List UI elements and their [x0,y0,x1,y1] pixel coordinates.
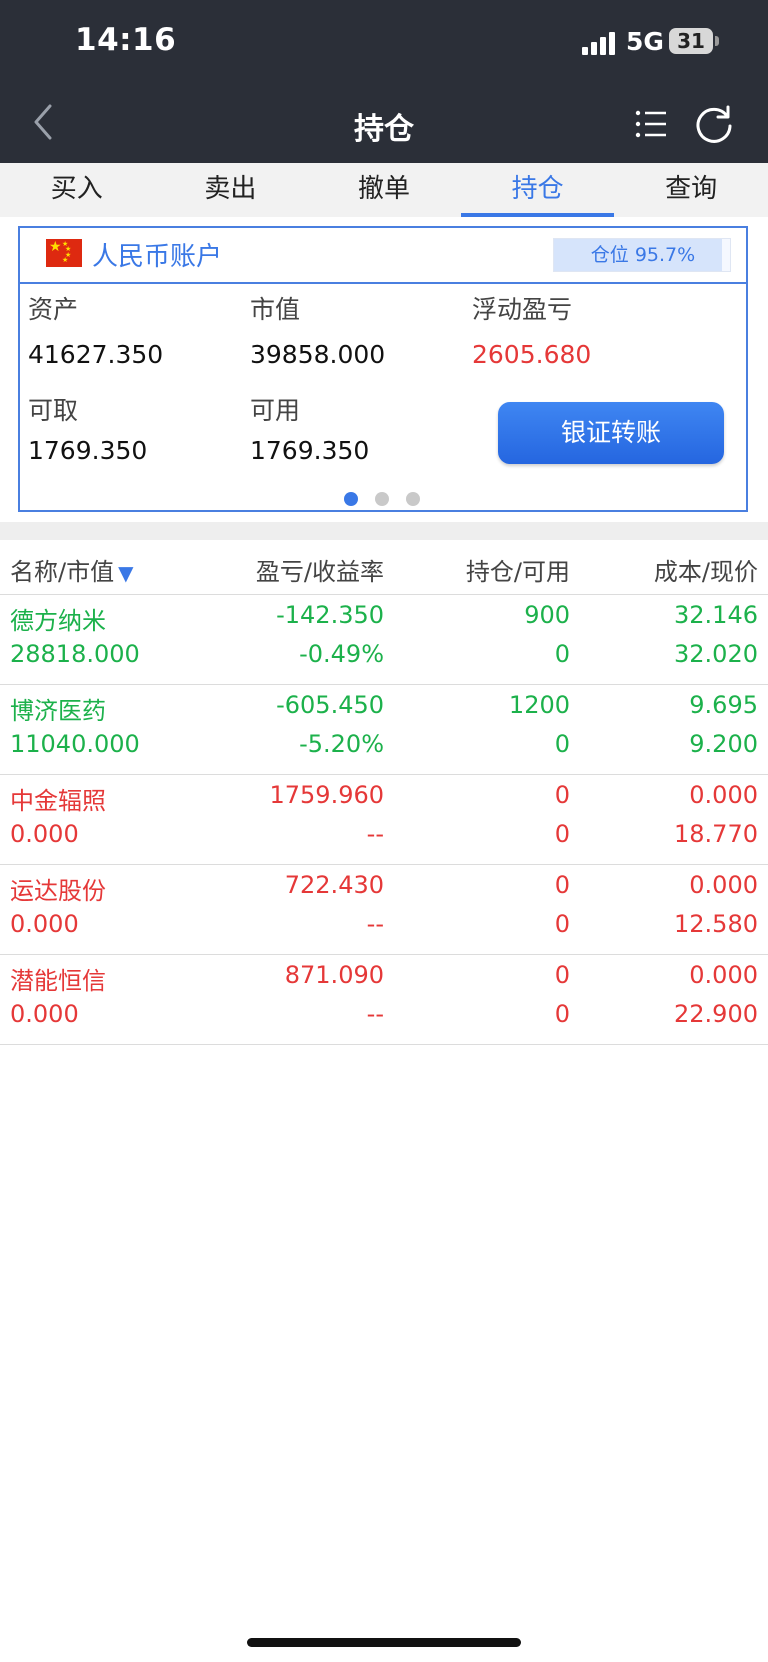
stock-available: 0 [554,640,570,668]
list-icon [635,110,666,138]
tab-cancel[interactable]: 撤单 [307,163,461,217]
network-type: 5G [626,27,664,56]
stock-return-rate: -- [366,820,384,848]
stock-cost: 9.695 [689,691,758,719]
page-dot-1[interactable] [344,492,358,506]
sort-name-header[interactable]: 名称/市值 ▼ [10,552,133,587]
app-header: 14:16 5G 31 持仓 [0,0,768,163]
stock-market-value: 11040.000 [10,730,140,758]
account-name: 人民币账户 [92,242,223,272]
stock-return-rate: -5.20% [299,730,384,758]
holding-row[interactable]: 博济医药 11040.000 -605.450 -5.20% 1200 0 9.… [0,685,768,775]
list-menu-button[interactable] [632,104,672,144]
market-value-label: 市值 [250,295,301,324]
home-indicator[interactable] [247,1638,521,1647]
stock-price: 22.900 [674,1000,758,1028]
stock-pl: 722.430 [284,871,384,899]
page-indicator [20,492,746,508]
stock-cost: 32.146 [674,601,758,629]
stock-return-rate: -- [366,910,384,938]
stock-available: 0 [554,820,570,848]
china-flag-icon: ★ ★ ★ ★ ★ [46,239,82,267]
stock-price: 18.770 [674,820,758,848]
available-value: 1769.350 [250,436,370,465]
stock-pl: 1759.960 [269,781,384,809]
stock-cost: 0.000 [689,781,758,809]
hold-header[interactable]: 持仓/可用 [466,552,570,587]
name-header-label: 名称/市值 [10,558,115,586]
battery-icon: 31 [669,28,713,54]
stock-cost: 0.000 [689,961,758,989]
stock-price: 32.020 [674,640,758,668]
stock-market-value: 0.000 [10,820,79,848]
bank-transfer-button[interactable]: 银证转账 [498,402,724,464]
stock-pl: -142.350 [276,601,384,629]
float-pl-label: 浮动盈亏 [472,295,573,324]
holding-row[interactable]: 运达股份 0.000 722.430 -- 0 0 0.000 12.580 [0,865,768,955]
status-time: 14:16 [75,22,177,58]
account-card: ★ ★ ★ ★ ★ 人民币账户 仓位 95.7% 资产 市值 浮动盈亏 4162… [18,226,748,512]
holding-row[interactable]: 德方纳米 28818.000 -142.350 -0.49% 900 0 32.… [0,595,768,685]
stock-holding: 0 [554,781,570,809]
page-dot-3[interactable] [406,492,420,506]
market-value: 39858.000 [250,340,386,369]
holding-row[interactable]: 潜能恒信 0.000 871.090 -- 0 0 0.000 22.900 [0,955,768,1045]
stock-name: 潜能恒信 [10,967,106,995]
holding-row[interactable]: 中金辐照 0.000 1759.960 -- 0 0 0.000 18.770 [0,775,768,865]
account-header: ★ ★ ★ ★ ★ 人民币账户 仓位 95.7% [20,228,746,284]
stock-available: 0 [554,910,570,938]
tab-query[interactable]: 查询 [614,163,768,217]
position-bar: 仓位 95.7% [553,238,731,272]
refresh-button[interactable] [692,102,736,146]
stock-return-rate: -- [366,1000,384,1028]
withdrawable-value: 1769.350 [28,436,148,465]
stock-holding: 1200 [508,691,570,719]
stock-available: 0 [554,1000,570,1028]
assets-value: 41627.350 [28,340,164,369]
withdrawable-label: 可取 [28,396,79,425]
sort-down-icon: ▼ [118,561,134,585]
stock-market-value: 0.000 [10,910,79,938]
stock-holding: 900 [524,601,570,629]
stock-name: 中金辐照 [10,787,106,815]
stock-name: 德方纳米 [10,607,106,635]
stock-holding: 0 [554,961,570,989]
stock-cost: 0.000 [689,871,758,899]
stock-holding: 0 [554,871,570,899]
signal-icon [582,31,618,55]
stock-market-value: 0.000 [10,1000,79,1028]
trade-tabs: 买入 卖出 撤单 持仓 查询 [0,163,768,217]
refresh-icon [696,105,732,143]
stock-price: 9.200 [689,730,758,758]
tab-sell[interactable]: 卖出 [154,163,308,217]
available-label: 可用 [250,396,301,425]
holdings-table-header: 名称/市值 ▼ 盈亏/收益率 持仓/可用 成本/现价 [0,546,768,595]
pl-header[interactable]: 盈亏/收益率 [256,552,384,587]
page-dot-2[interactable] [375,492,389,506]
float-pl-value: 2605.680 [472,340,592,369]
stock-pl: -605.450 [276,691,384,719]
stock-available: 0 [554,730,570,758]
tab-buy[interactable]: 买入 [0,163,154,217]
stock-name: 博济医药 [10,697,106,725]
stock-price: 12.580 [674,910,758,938]
assets-label: 资产 [28,295,79,324]
battery-tip [715,36,719,46]
tab-holdings[interactable]: 持仓 [460,163,615,217]
section-divider [0,522,768,540]
stock-market-value: 28818.000 [10,640,140,668]
position-label: 仓位 95.7% [590,244,696,266]
stock-pl: 871.090 [284,961,384,989]
cost-header[interactable]: 成本/现价 [654,552,758,587]
stock-return-rate: -0.49% [299,640,384,668]
stock-name: 运达股份 [10,877,106,905]
